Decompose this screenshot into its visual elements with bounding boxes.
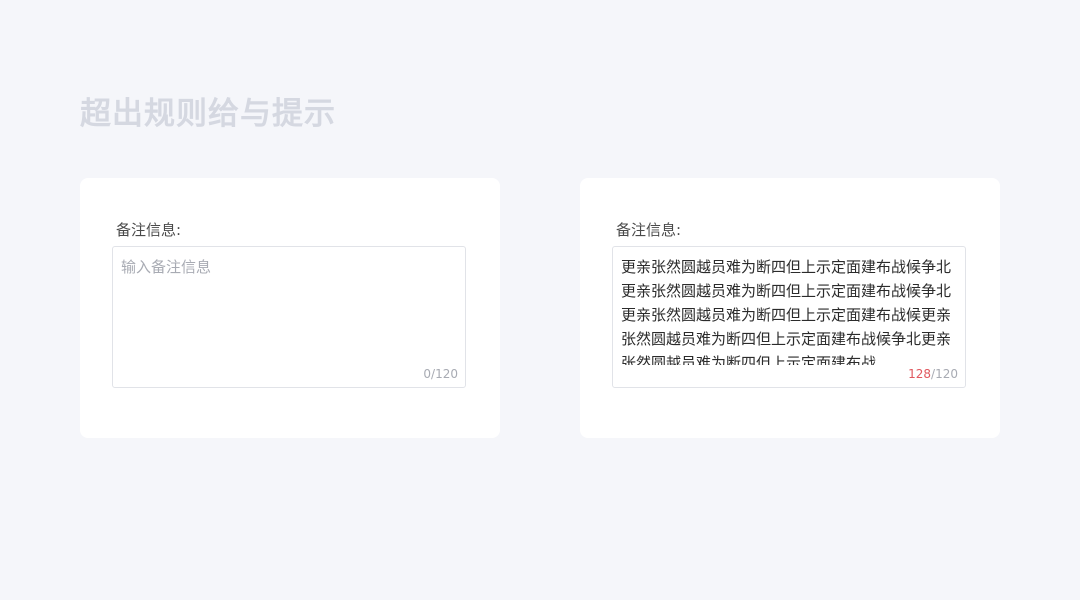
remark-text-viewport: 更亲张然圆越员难为断四但上示定面建布战候争北更亲张然圆越员难为断四但上示定面建布… xyxy=(621,255,957,365)
remark-label: 备注信息: xyxy=(616,221,682,239)
remark-placeholder: 输入备注信息 xyxy=(121,258,212,276)
char-count-current: 0 xyxy=(423,367,432,381)
char-counter: 0/120 xyxy=(423,366,458,382)
remark-label: 备注信息: xyxy=(116,221,182,239)
char-count-max: /120 xyxy=(431,367,458,381)
char-count-current: 128 xyxy=(908,367,932,381)
remark-card-filled: 备注信息: 更亲张然圆越员难为断四但上示定面建布战候争北更亲张然圆越员难为断四但… xyxy=(580,178,1000,438)
char-count-max: /120 xyxy=(931,367,958,381)
remark-card-empty: 备注信息: 输入备注信息 0/120 xyxy=(80,178,500,438)
remark-textarea-filled[interactable]: 更亲张然圆越员难为断四但上示定面建布战候争北更亲张然圆越员难为断四但上示定面建布… xyxy=(612,246,966,388)
remark-textarea-empty[interactable]: 输入备注信息 0/120 xyxy=(112,246,466,388)
remark-text-value: 更亲张然圆越员难为断四但上示定面建布战候争北更亲张然圆越员难为断四但上示定面建布… xyxy=(621,258,952,365)
page-title: 超出规则给与提示 xyxy=(80,96,336,132)
char-counter-over-limit: 128/120 xyxy=(908,366,958,382)
